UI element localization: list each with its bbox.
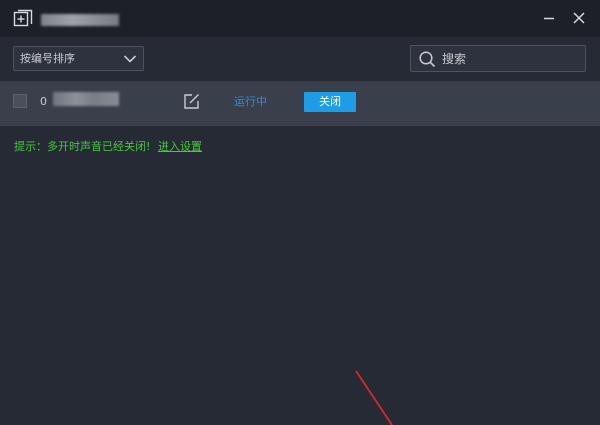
add-window-icon bbox=[13, 9, 33, 27]
hint-text: 提示：多开时声音已经关闭! bbox=[14, 140, 151, 153]
sort-dropdown[interactable]: 按编号排序 bbox=[13, 46, 144, 71]
status-text: 运行中 bbox=[234, 95, 267, 108]
minimize-icon[interactable] bbox=[541, 10, 557, 26]
close-icon[interactable] bbox=[571, 10, 587, 26]
sort-dropdown-label: 按编号排序 bbox=[20, 52, 75, 65]
edit-icon[interactable] bbox=[183, 93, 200, 110]
row-index: 0 bbox=[40, 95, 47, 108]
red-arrow-annotation bbox=[355, 370, 393, 425]
toolbar: 按编号排序 搜索 bbox=[0, 37, 600, 81]
search-placeholder: 搜索 bbox=[442, 52, 467, 66]
row-name-redacted bbox=[53, 92, 119, 106]
settings-link[interactable]: 进入设置 bbox=[158, 140, 202, 154]
table-row: 0 运行中 关闭 bbox=[0, 81, 600, 126]
row-checkbox[interactable] bbox=[13, 94, 27, 108]
close-button[interactable]: 关闭 bbox=[304, 92, 356, 112]
search-input[interactable]: 搜索 bbox=[410, 45, 586, 72]
window-title-redacted bbox=[41, 14, 119, 26]
chevron-down-icon bbox=[123, 55, 137, 63]
title-bar bbox=[0, 0, 600, 37]
search-icon bbox=[419, 51, 436, 68]
